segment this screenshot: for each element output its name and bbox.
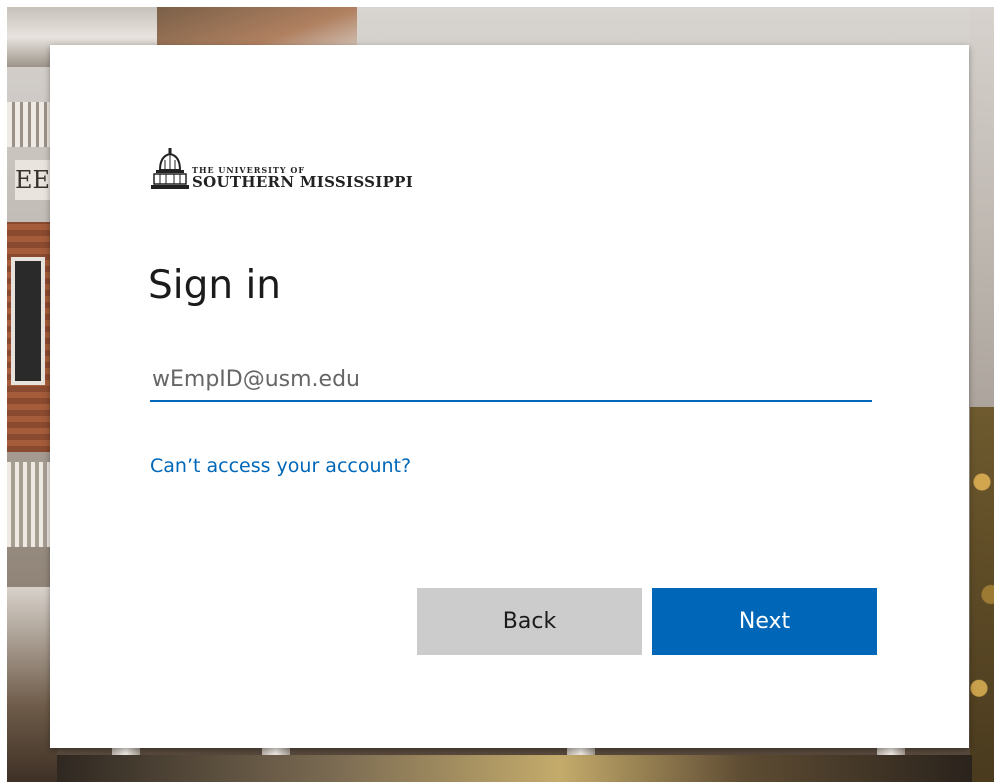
next-button[interactable]: Next xyxy=(652,588,877,655)
logo-line-2: SOUTHERN MISSISSIPPI xyxy=(192,173,414,191)
university-logo: THE UNIVERSITY OF SOUTHERN MISSISSIPPI xyxy=(150,148,413,190)
ground-strip xyxy=(57,755,972,782)
cant-access-account-link[interactable]: Can’t access your account? xyxy=(150,455,411,477)
sky-area xyxy=(970,7,994,427)
page-title: Sign in xyxy=(148,263,282,308)
logo-wordmark: THE UNIVERSITY OF SOUTHERN MISSISSIPPI xyxy=(192,166,413,190)
email-input[interactable] xyxy=(150,358,872,402)
back-button[interactable]: Back xyxy=(417,588,642,655)
tree-foliage xyxy=(970,407,994,782)
dome-seal-icon xyxy=(151,148,189,189)
sign-in-card: THE UNIVERSITY OF SOUTHERN MISSISSIPPI S… xyxy=(50,45,969,748)
building-window xyxy=(11,257,45,385)
